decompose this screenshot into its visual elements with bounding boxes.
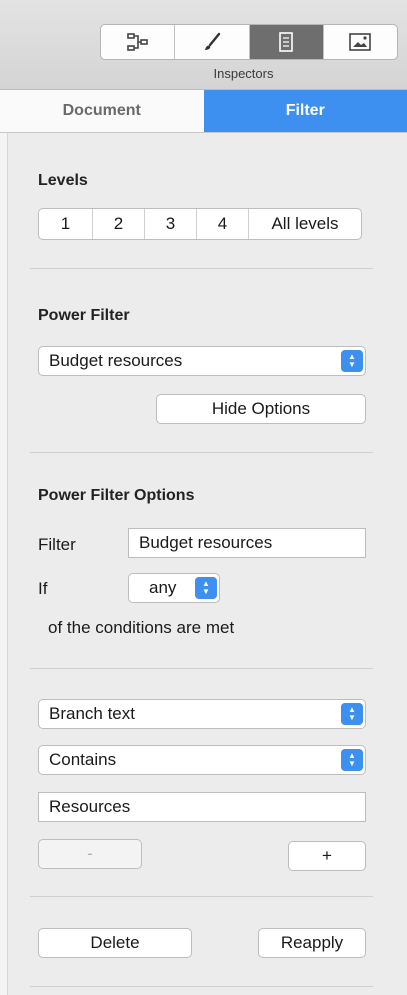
tab-filter[interactable]: Filter [203,90,407,132]
power-filter-select[interactable]: Budget resources ▲ ▼ [38,346,366,376]
popup-arrows-icon: ▲ ▼ [341,749,363,771]
filter-label: Filter [38,535,76,554]
level-3-button[interactable]: 3 [145,209,197,239]
canvas-inspector-tab[interactable] [324,25,397,59]
popup-arrows-icon: ▲ ▼ [195,577,217,599]
power-filter-heading: Power Filter [38,307,130,324]
filter-name-field[interactable]: Budget resources [128,528,366,558]
conditions-text: of the conditions are met [48,618,235,637]
panel-left-edge [0,133,8,995]
toolbar-title: Inspectors [213,66,274,81]
match-mode-value: any [149,578,177,597]
brush-icon [204,32,221,50]
levels-heading: Levels [38,172,88,189]
image-icon [349,33,372,51]
popup-arrows-icon: ▲ ▼ [341,350,363,372]
if-label: If [38,579,48,598]
power-filter-value: Budget resources [49,351,183,370]
add-condition-button[interactable]: + [288,841,366,871]
condition-field-value: Branch text [49,704,135,723]
all-levels-button[interactable]: All levels [249,209,361,239]
condition-field-select[interactable]: Branch text ▲ ▼ [38,699,366,729]
inspector-segmented-control [100,24,398,60]
outline-inspector-tab[interactable] [101,25,176,59]
divider [30,268,373,269]
outline-icon [126,33,148,51]
remove-condition-button[interactable]: - [38,839,142,869]
inspector-toolbar: Inspectors [0,0,407,90]
style-inspector-tab[interactable] [175,25,250,59]
document-icon [279,32,293,52]
divider [30,452,373,453]
level-2-button[interactable]: 2 [93,209,145,239]
level-4-button[interactable]: 4 [197,209,249,239]
reapply-button[interactable]: Reapply [258,928,366,958]
divider [30,668,373,669]
power-filter-options-heading: Power Filter Options [38,487,195,504]
hide-options-button[interactable]: Hide Options [156,394,366,424]
condition-operator-value: Contains [49,750,117,769]
divider [30,896,373,897]
levels-segmented-control: 1 2 3 4 All levels [38,208,362,240]
level-1-button[interactable]: 1 [39,209,93,239]
tab-document[interactable]: Document [0,90,204,132]
condition-value-field[interactable]: Resources [38,792,366,822]
condition-operator-select[interactable]: Contains ▲ ▼ [38,745,366,775]
match-mode-select[interactable]: any ▲ ▼ [128,573,220,603]
divider [30,986,373,987]
delete-button[interactable]: Delete [38,928,192,958]
document-inspector-tab[interactable] [249,25,324,59]
inspector-tabs: Document Filter [0,90,407,133]
popup-arrows-icon: ▲ ▼ [341,703,363,725]
